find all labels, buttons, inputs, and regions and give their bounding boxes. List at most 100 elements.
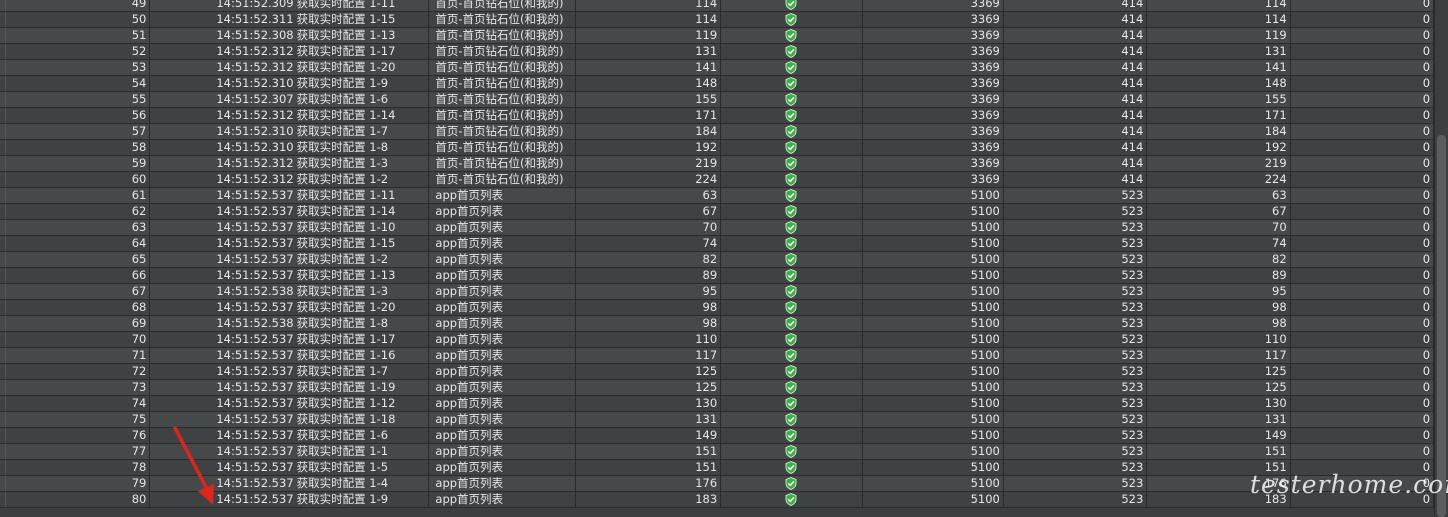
- latency-cell: 149: [1147, 428, 1291, 443]
- status-cell: [721, 28, 863, 43]
- table-row[interactable]: 72 14:51:52.537 获取实时配置 1-7 app首页列表 125 5100 52…: [0, 364, 1434, 380]
- table-row[interactable]: 57 14:51:52.310 获取实时配置 1-7 首页-首页钻石位(和我的) 184…: [0, 124, 1434, 140]
- table-row[interactable]: 66 14:51:52.537 获取实时配置 1-13 app首页列表 89 5100 52…: [0, 268, 1434, 284]
- success-shield-icon: [785, 125, 797, 138]
- bytes-cell: 3369: [863, 44, 1004, 59]
- start-time-text: 14:51:52.310: [216, 140, 294, 154]
- table-row[interactable]: 74 14:51:52.537 获取实时配置 1-12 app首页列表 130 5100 5…: [0, 396, 1434, 412]
- latency-cell: 119: [1147, 28, 1291, 43]
- table-row[interactable]: 56 14:51:52.312 获取实时配置 1-14 首页-首页钻石位(和我的) 17…: [0, 108, 1434, 124]
- sent-bytes-cell: 414: [1004, 156, 1148, 171]
- table-row[interactable]: 79 14:51:52.537 获取实时配置 1-4 app首页列表 176 5100 52…: [0, 476, 1434, 492]
- bytes-cell: 3369: [863, 76, 1004, 91]
- status-cell: [721, 188, 863, 203]
- table-row[interactable]: 69 14:51:52.538 获取实时配置 1-8 app首页列表 98 5100 523…: [0, 316, 1434, 332]
- bytes-cell: 5100: [863, 252, 1004, 267]
- start-time-text: 14:51:52.537: [216, 444, 294, 458]
- connect-time-cell: 0: [1291, 12, 1434, 27]
- latency-cell: 98: [1147, 316, 1291, 331]
- status-cell: [721, 108, 863, 123]
- connect-time-cell: 0: [1291, 92, 1434, 107]
- status-cell: [721, 300, 863, 315]
- start-time-cell: 14:51:52.537 获取实时配置 1-9: [150, 492, 430, 507]
- bytes-cell: 5100: [863, 412, 1004, 427]
- table-row[interactable]: 60 14:51:52.312 获取实时配置 1-2 首页-首页钻石位(和我的) 224…: [0, 172, 1434, 188]
- table-row[interactable]: 64 14:51:52.537 获取实时配置 1-15 app首页列表 74 5100 52…: [0, 236, 1434, 252]
- elapsed-time-cell: 131: [576, 412, 722, 427]
- start-time-text: 14:51:52.537: [216, 396, 294, 410]
- sample-label-text: 获取实时配置 1-7: [296, 364, 389, 378]
- table-row[interactable]: 52 14:51:52.312 获取实时配置 1-17 首页-首页钻石位(和我的) 13…: [0, 44, 1434, 60]
- sample-number-cell: 69: [6, 316, 151, 331]
- bytes-cell: 3369: [863, 156, 1004, 171]
- table-row[interactable]: 50 14:51:52.311 获取实时配置 1-15 首页-首页钻石位(和我的) 11…: [0, 12, 1434, 28]
- elapsed-time-cell: 117: [576, 348, 722, 363]
- table-row[interactable]: 49 14:51:52.309 获取实时配置 1-11 首页-首页钻石位(和我的) 11…: [0, 0, 1434, 12]
- table-row[interactable]: 51 14:51:52.308 获取实时配置 1-13 首页-首页钻石位(和我的) 11…: [0, 28, 1434, 44]
- start-time-cell: 14:51:52.309 获取实时配置 1-11: [150, 0, 430, 11]
- thread-group-cell: 首页-首页钻石位(和我的): [429, 28, 576, 43]
- table-row[interactable]: 55 14:51:52.307 获取实时配置 1-6 首页-首页钻石位(和我的) 155…: [0, 92, 1434, 108]
- bytes-cell: 5100: [863, 332, 1004, 347]
- table-row[interactable]: 58 14:51:52.310 获取实时配置 1-8 首页-首页钻石位(和我的) 192…: [0, 140, 1434, 156]
- start-time-cell: 14:51:52.537 获取实时配置 1-16: [150, 348, 430, 363]
- status-cell: [721, 204, 863, 219]
- table-row[interactable]: 77 14:51:52.537 获取实时配置 1-1 app首页列表 151 5100 52…: [0, 444, 1434, 460]
- start-time-text: 14:51:52.310: [216, 76, 294, 90]
- status-cell: [721, 60, 863, 75]
- connect-time-cell: 0: [1291, 60, 1434, 75]
- sample-label-text: 获取实时配置 1-3: [296, 284, 389, 298]
- table-row[interactable]: 75 14:51:52.537 获取实时配置 1-18 app首页列表 131 5100 5…: [0, 412, 1434, 428]
- table-row[interactable]: 54 14:51:52.310 获取实时配置 1-9 首页-首页钻石位(和我的) 148…: [0, 76, 1434, 92]
- table-row[interactable]: 78 14:51:52.537 获取实时配置 1-5 app首页列表 151 5100 52…: [0, 460, 1434, 476]
- table-row[interactable]: 62 14:51:52.537 获取实时配置 1-14 app首页列表 67 5100 52…: [0, 204, 1434, 220]
- table-row[interactable]: 73 14:51:52.537 获取实时配置 1-19 app首页列表 125 5100 5…: [0, 380, 1434, 396]
- sample-label-text: 获取实时配置 1-20: [296, 60, 396, 74]
- latency-cell: 82: [1147, 252, 1291, 267]
- start-time-cell: 14:51:52.537 获取实时配置 1-10: [150, 220, 430, 235]
- table-row[interactable]: 68 14:51:52.537 获取实时配置 1-20 app首页列表 98 5100 52…: [0, 300, 1434, 316]
- sample-number-cell: 74: [6, 396, 151, 411]
- start-time-cell: 14:51:52.537 获取实时配置 1-17: [150, 332, 430, 347]
- sent-bytes-cell: 414: [1004, 76, 1148, 91]
- table-row[interactable]: 76 14:51:52.537 获取实时配置 1-6 app首页列表 149 5100 52…: [0, 428, 1434, 444]
- start-time-text: 14:51:52.537: [216, 460, 294, 474]
- thread-group-cell: 首页-首页钻石位(和我的): [429, 60, 576, 75]
- sample-label-text: 获取实时配置 1-8: [296, 140, 389, 154]
- start-time-text: 14:51:52.537: [216, 268, 294, 282]
- status-cell: [721, 220, 863, 235]
- table-row[interactable]: 67 14:51:52.538 获取实时配置 1-3 app首页列表 95 5100 523…: [0, 284, 1434, 300]
- results-table[interactable]: 49 14:51:52.309 获取实时配置 1-11 首页-首页钻石位(和我的) 11…: [0, 0, 1434, 517]
- start-time-cell: 14:51:52.311 获取实时配置 1-15: [150, 12, 430, 27]
- elapsed-time-cell: 70: [576, 220, 722, 235]
- start-time-text: 14:51:52.308: [216, 28, 294, 42]
- table-row[interactable]: 63 14:51:52.537 获取实时配置 1-10 app首页列表 70 5100 52…: [0, 220, 1434, 236]
- vertical-scrollbar[interactable]: [1434, 0, 1448, 517]
- success-shield-icon: [785, 493, 797, 506]
- table-row[interactable]: 59 14:51:52.312 获取实时配置 1-3 首页-首页钻石位(和我的) 219…: [0, 156, 1434, 172]
- thread-group-cell: app首页列表: [429, 204, 576, 219]
- table-row[interactable]: 70 14:51:52.537 获取实时配置 1-17 app首页列表 110 5100 5…: [0, 332, 1434, 348]
- table-row[interactable]: 80 14:51:52.537 获取实时配置 1-9 app首页列表 183 5100 52…: [0, 492, 1434, 508]
- sample-number-cell: 51: [6, 28, 151, 43]
- scrollbar-thumb[interactable]: [1437, 135, 1446, 517]
- table-row[interactable]: 71 14:51:52.537 获取实时配置 1-16 app首页列表 117 5100 5…: [0, 348, 1434, 364]
- start-time-cell: 14:51:52.312 获取实时配置 1-20: [150, 60, 430, 75]
- sent-bytes-cell: 523: [1004, 412, 1148, 427]
- thread-group-cell: 首页-首页钻石位(和我的): [429, 140, 576, 155]
- bytes-cell: 3369: [863, 140, 1004, 155]
- start-time-cell: 14:51:52.537 获取实时配置 1-19: [150, 380, 430, 395]
- thread-group-cell: app首页列表: [429, 460, 576, 475]
- elapsed-time-cell: 89: [576, 268, 722, 283]
- start-time-text: 14:51:52.312: [216, 172, 294, 186]
- start-time-text: 14:51:52.312: [216, 44, 294, 58]
- table-row[interactable]: 61 14:51:52.537 获取实时配置 1-11 app首页列表 63 5100 52…: [0, 188, 1434, 204]
- success-shield-icon: [785, 445, 797, 458]
- start-time-text: 14:51:52.538: [216, 284, 294, 298]
- elapsed-time-cell: 192: [576, 140, 722, 155]
- success-shield-icon: [785, 0, 797, 10]
- table-row[interactable]: 65 14:51:52.537 获取实时配置 1-2 app首页列表 82 5100 523…: [0, 252, 1434, 268]
- table-row[interactable]: 53 14:51:52.312 获取实时配置 1-20 首页-首页钻石位(和我的) 14…: [0, 60, 1434, 76]
- success-shield-icon: [785, 397, 797, 410]
- latency-cell: 89: [1147, 268, 1291, 283]
